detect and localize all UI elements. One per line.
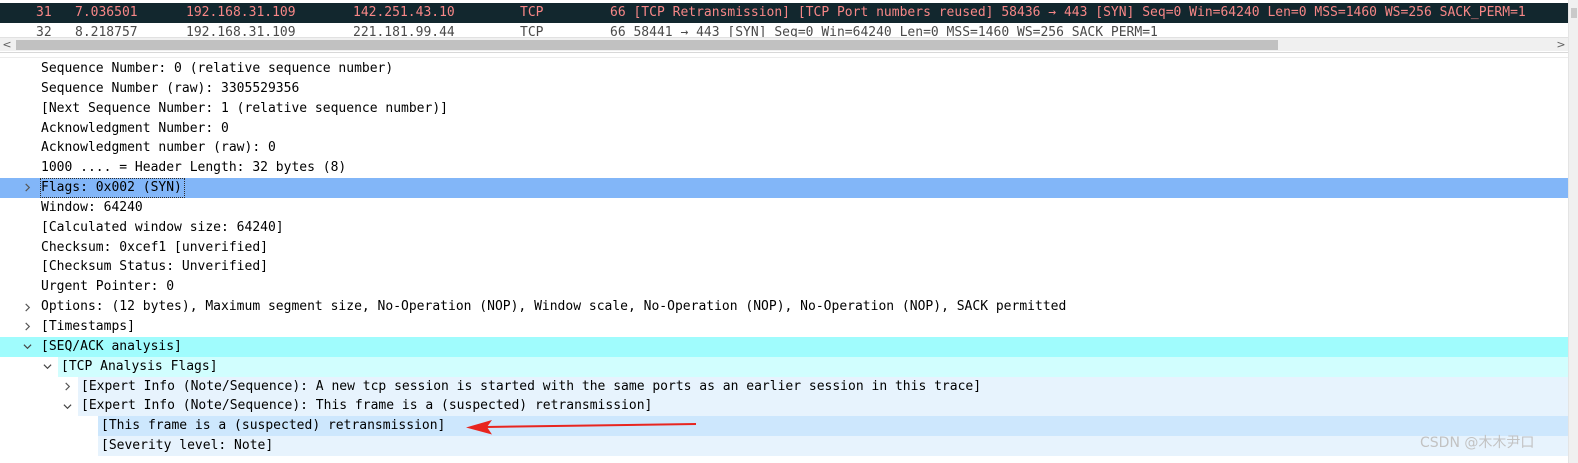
- scroll-right-icon[interactable]: >: [1554, 38, 1568, 51]
- tree-item-label: [This frame is a (suspected) retransmiss…: [101, 418, 446, 434]
- pane-splitter[interactable]: [0, 52, 1568, 58]
- tree-item-flags[interactable]: Flags: 0x002 (SYN): [0, 178, 1568, 198]
- tree-item-seq-ack-analysis[interactable]: [SEQ/ACK analysis]: [0, 336, 1568, 357]
- tree-item-options[interactable]: Options: (12 bytes), Maximum segment siz…: [0, 297, 1568, 317]
- tree-item-label: Options: (12 bytes), Maximum segment siz…: [41, 299, 1067, 315]
- tree-item-expert-info-port-reused[interactable]: [Expert Info (Note/Sequence): A new tcp …: [0, 376, 1568, 397]
- tree-item-label: [Expert Info (Note/Sequence): A new tcp …: [81, 378, 982, 394]
- tree-item-label: Flags: 0x002 (SYN): [40, 178, 185, 198]
- tree-item-sequence-number-raw[interactable]: Sequence Number (raw): 3305529356: [0, 79, 1568, 99]
- packet-no: 32: [36, 25, 52, 38]
- tree-item-label: [Severity level: Note]: [101, 438, 274, 454]
- tree-item-ack-number[interactable]: Acknowledgment Number: 0: [0, 119, 1568, 139]
- tree-item-checksum-status[interactable]: [Checksum Status: Unverified]: [0, 257, 1568, 277]
- tree-item-label: [TCP Analysis Flags]: [61, 358, 218, 374]
- tree-item-tcp-analysis-flags[interactable]: [TCP Analysis Flags]: [0, 356, 1568, 377]
- tree-item-label: Sequence Number (raw): 3305529356: [41, 80, 300, 96]
- packet-protocol: TCP: [520, 25, 544, 38]
- tree-item-calculated-window[interactable]: [Calculated window size: 64240]: [0, 218, 1568, 238]
- tree-item-label: Urgent Pointer: 0: [41, 279, 175, 295]
- chevron-right-icon[interactable]: [61, 377, 73, 397]
- watermark: CSDN @木木尹口: [1420, 435, 1535, 451]
- tree-item-label: Sequence Number: 0 (relative sequence nu…: [41, 61, 394, 76]
- tree-item-ack-number-raw[interactable]: Acknowledgment number (raw): 0: [0, 138, 1568, 158]
- tree-item-checksum[interactable]: Checksum: 0xcef1 [unverified]: [0, 238, 1568, 258]
- tree-item-label: [Checksum Status: Unverified]: [41, 259, 268, 275]
- packet-list-hscrollbar[interactable]: < >: [0, 37, 1568, 51]
- chevron-down-icon[interactable]: [21, 337, 33, 357]
- tree-item-label: [Timestamps]: [41, 318, 135, 334]
- hscroll-thumb[interactable]: [16, 40, 1278, 50]
- tree-item-sequence-number[interactable]: Sequence Number: 0 (relative sequence nu…: [0, 59, 1568, 79]
- tree-item-label: [Expert Info (Note/Sequence): This frame…: [81, 398, 653, 414]
- annotation-arrow-icon: [466, 420, 697, 435]
- packet-list: 31 7.036501 192.168.31.109 142.251.43.10…: [0, 0, 1568, 38]
- tree-item-label: Window: 64240: [41, 199, 143, 215]
- tree-item-label: 1000 .... = Header Length: 32 bytes (8): [41, 160, 347, 176]
- packet-protocol: TCP: [520, 5, 544, 20]
- chevron-down-icon[interactable]: [41, 357, 53, 377]
- chevron-right-icon[interactable]: [21, 297, 33, 317]
- packet-time: 7.036501: [75, 5, 138, 20]
- packet-row-selected[interactable]: 31 7.036501 192.168.31.109 142.251.43.10…: [0, 3, 1568, 23]
- tree-item-suspected-retransmission[interactable]: [This frame is a (suspected) retransmiss…: [0, 416, 1568, 437]
- tree-item-label: Acknowledgment Number: 0: [41, 120, 229, 136]
- packet-details-tree: Sequence Number: 0 (relative sequence nu…: [0, 59, 1568, 456]
- tree-item-window[interactable]: Window: 64240: [0, 198, 1568, 218]
- tree-item-timestamps[interactable]: [Timestamps]: [0, 317, 1568, 337]
- tree-item-label: [Calculated window size: 64240]: [41, 219, 284, 235]
- chevron-right-icon[interactable]: [21, 178, 33, 198]
- tree-item-urgent-pointer[interactable]: Urgent Pointer: 0: [0, 277, 1568, 297]
- tree-item-label: [SEQ/ACK analysis]: [40, 336, 185, 357]
- tree-item-label: Checksum: 0xcef1 [unverified]: [41, 239, 268, 255]
- tree-item-label: Acknowledgment number (raw): 0: [41, 140, 276, 156]
- tree-item-label: [Next Sequence Number: 1 (relative seque…: [41, 100, 448, 116]
- vertical-scrollbar[interactable]: [1568, 0, 1578, 463]
- packet-no: 31: [36, 5, 52, 20]
- chevron-down-icon[interactable]: [61, 396, 73, 416]
- packet-info: 66 [TCP Retransmission] [TCP Port number…: [610, 5, 1526, 20]
- tree-item-severity-level[interactable]: [Severity level: Note]: [0, 436, 1568, 456]
- scroll-left-icon[interactable]: <: [0, 38, 14, 51]
- packet-row[interactable]: 32 8.218757 192.168.31.109 221.181.99.44…: [0, 23, 1568, 38]
- chevron-right-icon[interactable]: [21, 317, 33, 337]
- packet-info: 66 58441 → 443 [SYN] Seq=0 Win=64240 Len…: [610, 25, 1158, 38]
- packet-destination: 142.251.43.10: [353, 5, 455, 20]
- tree-item-header-length[interactable]: 1000 .... = Header Length: 32 bytes (8): [0, 158, 1568, 178]
- tree-item-next-sequence-number[interactable]: [Next Sequence Number: 1 (relative seque…: [0, 99, 1568, 119]
- packet-destination: 221.181.99.44: [353, 25, 455, 38]
- vscroll-thumb[interactable]: [1571, 8, 1577, 18]
- tree-item-expert-info-retransmission[interactable]: [Expert Info (Note/Sequence): This frame…: [0, 396, 1568, 417]
- packet-source: 192.168.31.109: [186, 25, 296, 38]
- packet-source: 192.168.31.109: [186, 5, 296, 20]
- packet-time: 8.218757: [75, 25, 138, 38]
